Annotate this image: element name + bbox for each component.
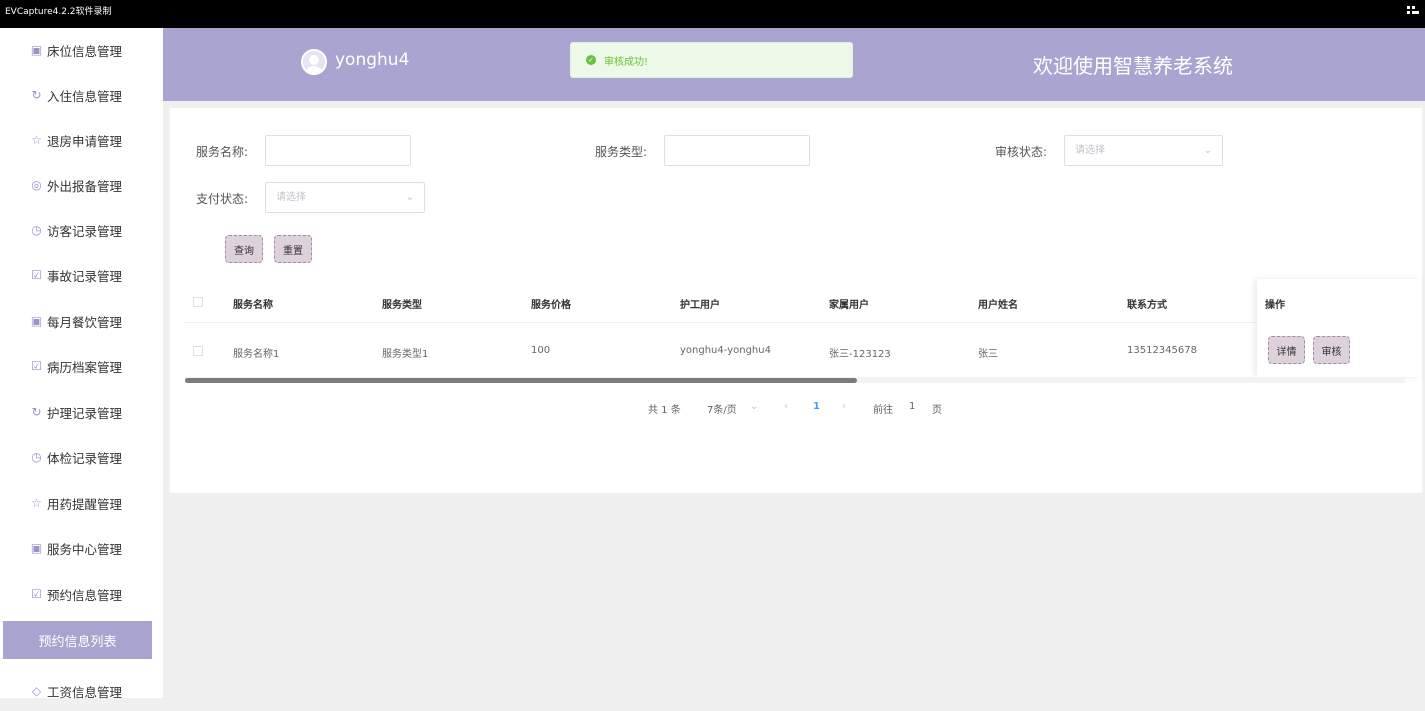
service-type-input[interactable]: [664, 135, 810, 166]
pay-status-select[interactable]: 请选择 ⌄: [265, 182, 425, 213]
refresh-icon: ↻: [31, 88, 42, 102]
compass-icon: ◎: [31, 178, 42, 192]
select-all-checkbox[interactable]: [193, 297, 203, 307]
sidebar-subitem-booking-list[interactable]: 预约信息列表: [3, 621, 152, 659]
cell-service-name: 服务名称1: [233, 349, 280, 360]
sidebar-item-checkup[interactable]: ◷ 体检记录管理: [0, 437, 163, 477]
cell-family: 张三-123123: [829, 349, 891, 360]
cell-service-type: 服务类型1: [382, 349, 429, 360]
check-circle-icon: ✓: [586, 55, 596, 65]
calendar-check-icon: ☑: [31, 587, 42, 601]
sidebar: ▣ 床位信息管理 ↻ 入住信息管理 ☆ 退房申请管理 ◎ 外出报备管理 ◷ 访客记录管理 …: [0, 28, 163, 700]
column-header-service-type: 服务类型: [382, 300, 422, 311]
service-name-input[interactable]: [265, 135, 411, 166]
gift-icon: ▣: [30, 43, 43, 57]
search-button[interactable]: 查询: [225, 235, 263, 263]
star-icon: ☆: [31, 496, 42, 510]
next-page-icon[interactable]: ›: [842, 401, 846, 412]
sidebar-item-accident[interactable]: ☑ 事故记录管理: [0, 255, 163, 295]
calendar-check-icon: ☑: [31, 268, 42, 282]
prev-page-icon[interactable]: ‹: [784, 401, 788, 412]
table-scrollbar-thumb[interactable]: [185, 378, 857, 383]
calendar-check-icon: ☑: [31, 359, 42, 373]
chevron-down-icon[interactable]: ⌄: [750, 401, 758, 412]
cell-nurse: yonghu4-yonghu4: [680, 345, 771, 356]
column-header-nurse: 护工用户: [680, 300, 720, 311]
page-number-current[interactable]: 1: [813, 401, 820, 412]
column-header-family: 家属用户: [829, 300, 869, 311]
column-header-phone: 联系方式: [1127, 300, 1167, 311]
audit-button[interactable]: 审核: [1313, 336, 1350, 364]
toast-message: 审核成功!: [604, 56, 649, 68]
sidebar-item-bed[interactable]: ▣ 床位信息管理: [0, 30, 163, 70]
window-title: EVCapture4.2.2软件录制: [5, 7, 112, 17]
gift-icon: ▣: [30, 541, 43, 555]
sidebar-item-booking[interactable]: ☑ 预约信息管理: [0, 574, 163, 614]
pay-status-label: 支付状态:: [196, 192, 249, 206]
row-checkbox[interactable]: [193, 346, 203, 356]
goto-label: 前往: [873, 405, 893, 416]
success-toast: ✓ 审核成功!: [570, 42, 853, 78]
refresh-icon: ↻: [31, 405, 42, 419]
page-unit-label: 页: [932, 405, 942, 416]
sidebar-item-medication[interactable]: ☆ 用药提醒管理: [0, 483, 163, 523]
avatar[interactable]: [301, 49, 327, 75]
top-header: yonghu4 ✓ 审核成功! 欢迎使用智慧养老系统: [163, 28, 1425, 101]
cell-price: 100: [531, 345, 551, 356]
timer-icon: ◷: [31, 450, 42, 464]
header-divider: [185, 322, 1405, 323]
chevron-down-icon: ⌄: [1203, 145, 1212, 156]
cell-phone: 13512345678: [1127, 345, 1197, 356]
sidebar-item-nursing[interactable]: ↻ 护理记录管理: [0, 392, 163, 432]
sidebar-item-medical[interactable]: ☑ 病历档案管理: [0, 346, 163, 386]
gift-icon: ▣: [30, 314, 43, 328]
detail-button[interactable]: 详情: [1268, 336, 1305, 364]
resize-icon[interactable]: [1407, 6, 1419, 16]
page-size-select[interactable]: 7条/页: [707, 401, 737, 416]
goto-page-input[interactable]: 1: [909, 401, 915, 412]
username[interactable]: yonghu4: [335, 50, 409, 70]
star-icon: ☆: [31, 133, 42, 147]
column-header-price: 服务价格: [531, 300, 571, 311]
service-type-label: 服务类型:: [595, 145, 648, 159]
window-titlebar: EVCapture4.2.2软件录制: [0, 0, 1425, 28]
sidebar-item-visitor[interactable]: ◷ 访客记录管理: [0, 210, 163, 250]
sidebar-item-checkin[interactable]: ↻ 入住信息管理: [0, 75, 163, 115]
service-name-label: 服务名称:: [196, 145, 249, 159]
sidebar-item-outing[interactable]: ◎ 外出报备管理: [0, 165, 163, 205]
chevron-down-icon: ⌄: [405, 192, 414, 203]
sidebar-item-service[interactable]: ▣ 服务中心管理: [0, 528, 163, 568]
diamond-icon: ◇: [31, 684, 42, 698]
site-title: 欢迎使用智慧养老系统: [1033, 54, 1233, 78]
pagination-total: 共 1 条: [648, 405, 681, 416]
column-header-user-name: 用户姓名: [978, 300, 1018, 311]
reset-button[interactable]: 重置: [274, 235, 312, 263]
sidebar-item-salary[interactable]: ◇ 工资信息管理: [0, 671, 163, 711]
sidebar-item-checkout[interactable]: ☆ 退房申请管理: [0, 120, 163, 160]
sidebar-item-meal[interactable]: ▣ 每月餐饮管理: [0, 301, 163, 341]
cell-user-name: 张三: [978, 349, 998, 360]
column-header-actions: 操作: [1265, 300, 1285, 311]
audit-status-select[interactable]: 请选择 ⌄: [1064, 135, 1223, 166]
column-header-service-name: 服务名称: [233, 300, 273, 311]
audit-status-label: 审核状态:: [995, 145, 1048, 159]
timer-icon: ◷: [31, 223, 42, 237]
